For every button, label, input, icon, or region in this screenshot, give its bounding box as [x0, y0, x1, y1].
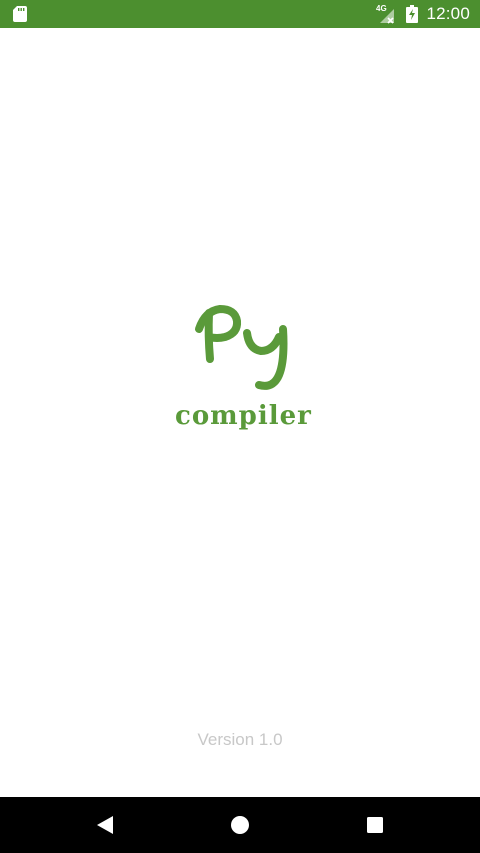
- back-icon: [97, 816, 113, 834]
- logo-subtitle: compiler: [175, 401, 312, 431]
- network-type-label: 4G: [376, 4, 387, 13]
- app-logo: compiler: [175, 301, 312, 446]
- navigation-bar: [0, 797, 480, 853]
- back-button[interactable]: [75, 797, 135, 853]
- splash-content: compiler Version 1.0: [0, 28, 480, 797]
- recents-icon: [367, 817, 383, 833]
- version-label: Version 1.0: [197, 730, 283, 749]
- splash-screen: 4G 12:00 compiler Version 1.0: [0, 0, 480, 853]
- home-icon: [231, 816, 249, 834]
- clock: 12:00: [426, 4, 470, 23]
- recents-button[interactable]: [345, 797, 405, 853]
- home-button[interactable]: [210, 797, 270, 853]
- status-bar: 4G 12:00: [0, 0, 480, 28]
- py-logo-mark: [195, 304, 288, 390]
- battery-charging-icon: [406, 5, 419, 23]
- sd-card-icon: [13, 6, 27, 22]
- signal-icon: 4G: [376, 4, 395, 24]
- status-icons: 4G 12:00: [376, 0, 470, 28]
